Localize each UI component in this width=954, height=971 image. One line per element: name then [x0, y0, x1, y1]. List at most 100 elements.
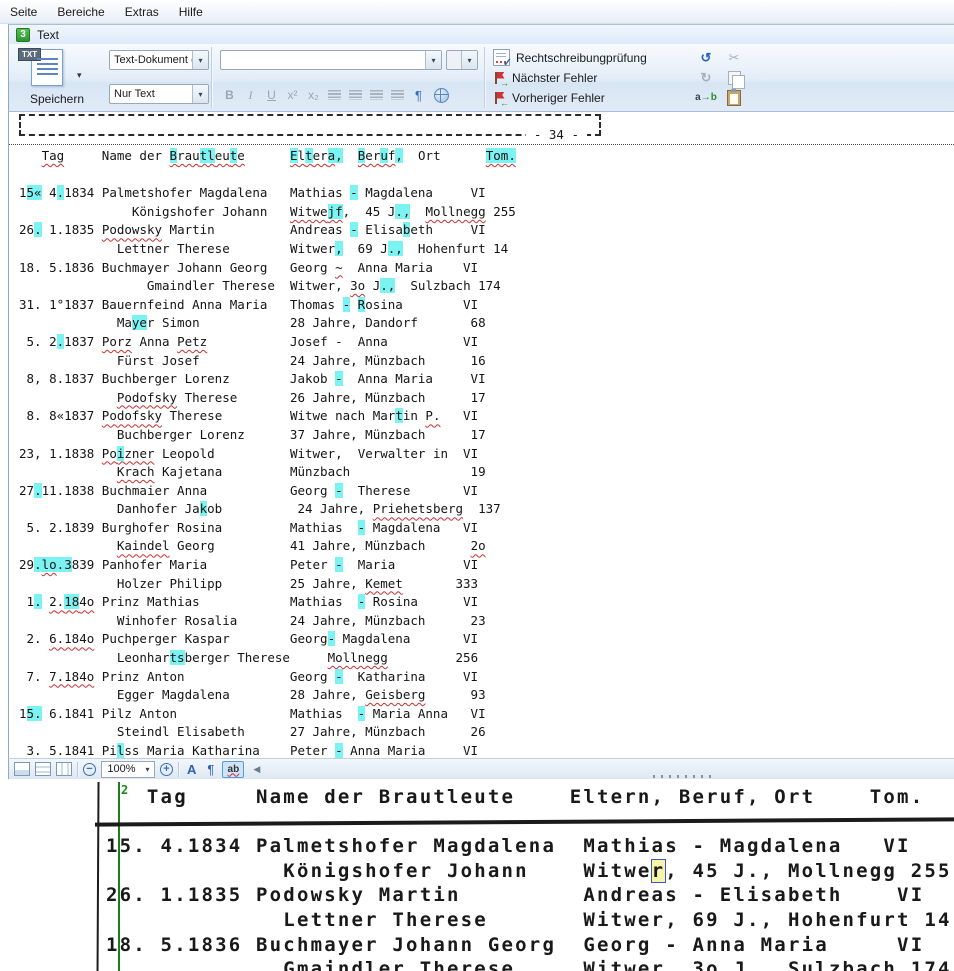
font-properties-icon[interactable]: A [184, 762, 199, 777]
scan-table-border-line [96, 782, 99, 971]
prev-error-button[interactable]: ← Vorheriger Fehler [493, 89, 685, 106]
bold-button[interactable]: B [220, 86, 239, 104]
ocr-text-line[interactable]: 29.lo.3839 Panhofer Maria Peter - Maria … [19, 556, 954, 575]
ocr-text-line[interactable]: Lettner Therese Witwer, 69 J., Hohenfurt… [19, 240, 954, 259]
ocr-text-line[interactable]: 23, 1.1838 Poizner Leopold Witwer, Verwa… [19, 445, 954, 464]
scan-text-line[interactable]: Gmaindler Therese Witwer, 3o J., Sulzbac… [106, 957, 952, 971]
zoom-level-select[interactable]: 100% ▾ [101, 761, 155, 778]
size-select-arrow-icon[interactable]: ▾ [461, 51, 477, 69]
undo-icon[interactable]: ↺ [697, 49, 715, 66]
paste-icon[interactable] [725, 89, 743, 106]
toolbar-separator [211, 47, 212, 108]
font-select-arrow-icon[interactable]: ▾ [425, 51, 441, 69]
ocr-text-line[interactable]: 18. 5.1836 Buchmayer Johann Georg Georg … [19, 259, 954, 278]
ocr-text-line[interactable]: Egger Magdalena 28 Jahre, Geisberg 93 [19, 686, 954, 705]
mode-select-arrow-icon[interactable]: ▾ [192, 85, 208, 103]
main-toolbar: TXT ▾ Speichern Text-Dokument ( ▾ Nur Te… [8, 44, 954, 112]
ocr-text-line[interactable]: 2. 6.184o Puchperger Kaspar Georg- Magda… [19, 630, 954, 649]
layout-mode-1-icon[interactable] [14, 762, 30, 776]
align-center-icon[interactable] [349, 90, 362, 100]
ocr-text-editor[interactable]: - 34 - Tag Name der Brautleute Eltera, B… [8, 112, 954, 758]
ocr-text-line[interactable]: 5. 2.1839 Burghofer Rosina Mathias - Mag… [19, 519, 954, 538]
cut-icon[interactable]: ✂ [725, 49, 743, 66]
pane-splitter-grip[interactable] [653, 775, 717, 778]
ocr-text-line[interactable]: Mayer Simon 28 Jahre, Dandorf 68 [19, 314, 954, 333]
menu-bereiche[interactable]: Bereiche [47, 0, 114, 23]
paragraph-settings-icon[interactable]: ¶ [409, 86, 428, 104]
mode-select[interactable]: Nur Text ▾ [109, 84, 209, 104]
ocr-text-line[interactable] [19, 166, 954, 185]
layout-mode-3-icon[interactable] [56, 762, 72, 776]
align-left-icon[interactable] [328, 90, 341, 100]
prev-error-flag-icon: ← [493, 91, 506, 105]
show-formatting-marks-icon[interactable]: ¶ [204, 762, 217, 777]
zoom-select-arrow-icon[interactable]: ▾ [141, 765, 154, 774]
ocr-text-line[interactable]: Tag Name der Brautleute Eltera, Beruf, O… [19, 147, 954, 166]
ocr-text-line[interactable]: 1. 2.184o Prinz Mathias Mathias - Rosina… [19, 593, 954, 612]
spellcheck-button[interactable]: ✓ Rechtschreibungprüfung [493, 49, 685, 66]
tab-number-badge: 3 [16, 28, 30, 42]
zoom-in-button[interactable]: + [160, 763, 173, 776]
ocr-text-line[interactable]: 31. 1°1837 Bauernfeind Anna Maria Thomas… [19, 296, 954, 315]
ocr-text-line[interactable]: Fürst Josef 24 Jahre, Münzbach 16 [19, 352, 954, 371]
footer-separator [178, 762, 179, 777]
save-button[interactable]: Speichern [9, 92, 105, 106]
scan-text-line[interactable]: 18. 5.1836 Buchmayer Johann Georg Georg … [106, 933, 952, 958]
ocr-text-line[interactable]: 15. 6.1841 Pilz Anton Mathias - Maria An… [19, 705, 954, 724]
ocr-text-line[interactable]: Gmaindler Therese Witwer, 3o J., Sulzbac… [19, 277, 954, 296]
ocr-text-line[interactable]: 7. 7.184o Prinz Anton Georg - Katharina … [19, 668, 954, 687]
scan-text-line[interactable]: 15. 4.1834 Palmetshofer Magdalena Mathia… [106, 834, 952, 859]
align-right-icon[interactable] [370, 90, 383, 100]
ocr-text-line[interactable]: Steindl Elisabeth 27 Jahre, Münzbach 26 [19, 723, 954, 742]
ocr-text-line[interactable]: Podofsky Therese 26 Jahre, Münzbach 17 [19, 389, 954, 408]
scan-text-line[interactable]: Lettner Therese Witwer, 69 J., Hohenfurt… [106, 908, 952, 933]
superscript-button[interactable]: x² [283, 86, 302, 104]
scan-text-line[interactable] [106, 810, 952, 835]
menu-hilfe[interactable]: Hilfe [169, 0, 213, 23]
ocr-text-line[interactable]: 5. 2.1837 Porz Anna Petz Josef - Anna VI [19, 333, 954, 352]
ocr-text-line[interactable]: Königshofer Johann Witwejf, 45 J., Molln… [19, 203, 954, 222]
ocr-text-line[interactable]: 3. 5.1841 Pilss Maria Katharina Peter - … [19, 742, 954, 758]
highlight-uncertain-chars-toggle[interactable]: ab [222, 761, 244, 778]
font-select[interactable]: ▾ [220, 50, 442, 70]
layout-mode-2-icon[interactable] [35, 762, 51, 776]
ocr-text-line[interactable]: Leonhartsberger Therese Mollnegg 256 [19, 649, 954, 668]
ocr-text-line[interactable]: 8. 8«1837 Podofsky Therese Witwe nach Ma… [19, 407, 954, 426]
redo-icon[interactable]: ↻ [697, 69, 715, 86]
ocr-text-line[interactable]: 8, 8.1837 Buchberger Lorenz Jakob - Anna… [19, 370, 954, 389]
italic-button[interactable]: I [241, 86, 260, 104]
ocr-text-line[interactable]: Kaindel Georg 41 Jahre, Münzbach 2o [19, 537, 954, 556]
ocr-text-line[interactable]: 27.11.1838 Buchmaier Anna Georg - Theres… [19, 482, 954, 501]
subscript-button[interactable]: x₂ [304, 86, 323, 104]
text-pane-tab[interactable]: 3 Text [8, 24, 954, 44]
ocr-text-line[interactable]: Danhofer Jakob 24 Jahre, Priehetsberg 13… [19, 500, 954, 519]
menu-seite[interactable]: Seite [0, 0, 47, 23]
scan-text-line[interactable]: Königshofer Johann Witwer, 45 J., Mollne… [106, 859, 952, 884]
underline-button[interactable]: U [262, 86, 281, 104]
zoom-out-button[interactable]: − [83, 763, 96, 776]
save-section: TXT ▾ Speichern [9, 44, 105, 111]
ocr-text-line[interactable]: Krach Kajetana Münzbach 19 [19, 463, 954, 482]
menu-extras[interactable]: Extras [115, 0, 169, 23]
ocr-text-lines[interactable]: Tag Name der Brautleute Eltera, Beruf, O… [9, 147, 954, 758]
save-dropdown-arrow-icon[interactable]: ▾ [77, 70, 82, 81]
ocr-text-line[interactable]: 26. 1.1835 Podowsky Martin Andreas - Eli… [19, 221, 954, 240]
scan-text-line[interactable]: Tag Name der Brautleute Eltern, Beruf, O… [106, 785, 952, 810]
replace-icon[interactable]: a→b [697, 89, 715, 106]
document-lines-icon [37, 58, 58, 78]
hyperlink-globe-icon[interactable] [434, 88, 449, 103]
format-select-arrow-icon[interactable]: ▾ [192, 51, 208, 69]
save-txt-document-icon[interactable]: TXT [31, 49, 63, 86]
scan-text-line[interactable]: 26. 1.1835 Podowsky Martin Andreas - Eli… [106, 883, 952, 908]
format-select[interactable]: Text-Dokument ( ▾ [109, 50, 209, 70]
font-size-select[interactable]: ▾ [446, 50, 478, 70]
ocr-text-line[interactable]: 15« 4.1834 Palmetshofer Magdalena Mathia… [19, 184, 954, 203]
ocr-text-line[interactable]: Winhofer Rosalia 24 Jahre, Münzbach 23 [19, 612, 954, 631]
copy-icon[interactable] [725, 69, 743, 86]
next-error-button[interactable]: → Nächster Fehler [493, 69, 685, 86]
ocr-text-line[interactable]: Buchberger Lorenz 37 Jahre, Münzbach 17 [19, 426, 954, 445]
scan-image-pane[interactable]: 2 Tag Name der Brautleute Eltern, Beruf,… [0, 782, 954, 971]
scroll-left-arrow-icon[interactable]: ◀ [249, 764, 260, 775]
align-justify-icon[interactable] [391, 90, 404, 100]
ocr-text-line[interactable]: Holzer Philipp 25 Jahre, Kemet 333 [19, 575, 954, 594]
